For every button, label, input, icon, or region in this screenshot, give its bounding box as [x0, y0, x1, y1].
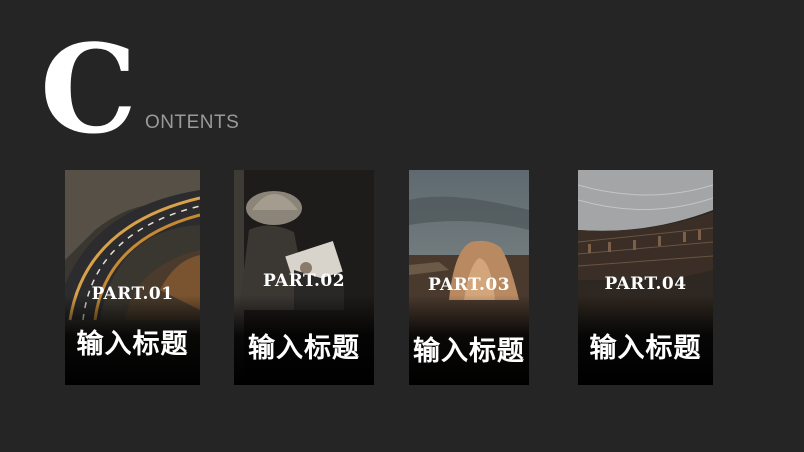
part-card-2[interactable]: PART.02 输入标题 — [234, 170, 374, 385]
part-label: PART.03 — [427, 275, 511, 295]
part-card-3[interactable]: PART.03 输入标题 — [409, 170, 529, 385]
part-label: PART.01 — [91, 284, 174, 304]
contents-heading: C ONTENTS — [0, 0, 804, 150]
card-title: 输入标题 — [589, 333, 702, 364]
part-card-4[interactable]: PART.04 输入标题 — [578, 170, 713, 385]
part-label: PART.04 — [604, 274, 687, 294]
part-card-1[interactable]: PART.01 输入标题 — [65, 170, 200, 385]
card-title: 输入标题 — [248, 333, 360, 364]
card-title: 输入标题 — [413, 336, 525, 367]
heading-word: ONTENTS — [145, 112, 240, 133]
heading-initial-letter: C — [40, 17, 137, 161]
part-label: PART.02 — [262, 271, 346, 291]
card-title: 输入标题 — [76, 329, 189, 360]
